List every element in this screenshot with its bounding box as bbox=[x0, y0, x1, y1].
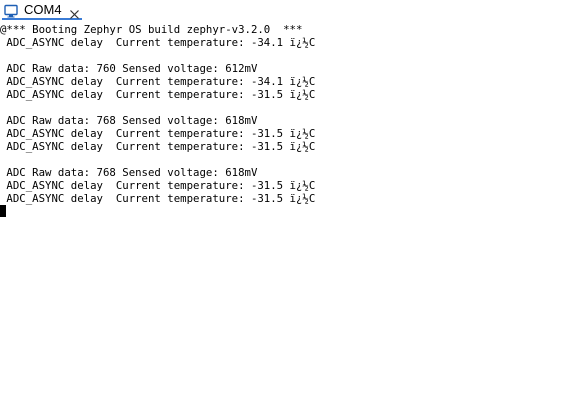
serial-port-icon bbox=[4, 3, 18, 18]
tab-bar: COM4 bbox=[0, 0, 564, 22]
terminal-line: ADC_ASYNC delay Current temperature: -31… bbox=[0, 179, 316, 192]
tab-com4[interactable]: COM4 bbox=[2, 2, 82, 20]
text-cursor bbox=[0, 205, 6, 217]
terminal-line: ADC_ASYNC delay Current temperature: -31… bbox=[0, 192, 316, 205]
terminal-line: @*** Booting Zephyr OS build zephyr-v3.2… bbox=[0, 23, 303, 36]
terminal-line: ADC Raw data: 768 Sensed voltage: 618mV bbox=[0, 114, 258, 127]
terminal-output[interactable]: @*** Booting Zephyr OS build zephyr-v3.2… bbox=[0, 23, 564, 402]
terminal-line: ADC Raw data: 760 Sensed voltage: 612mV bbox=[0, 62, 258, 75]
terminal-line: ADC_ASYNC delay Current temperature: -31… bbox=[0, 140, 316, 153]
terminal-line: ADC_ASYNC delay Current temperature: -34… bbox=[0, 36, 316, 49]
tab-label: COM4 bbox=[24, 2, 62, 17]
terminal-line: ADC_ASYNC delay Current temperature: -34… bbox=[0, 75, 316, 88]
terminal-line: ADC_ASYNC delay Current temperature: -31… bbox=[0, 88, 316, 101]
terminal-line: ADC_ASYNC delay Current temperature: -31… bbox=[0, 127, 316, 140]
terminal-line: ADC Raw data: 768 Sensed voltage: 618mV bbox=[0, 166, 258, 179]
close-icon[interactable] bbox=[69, 5, 80, 19]
